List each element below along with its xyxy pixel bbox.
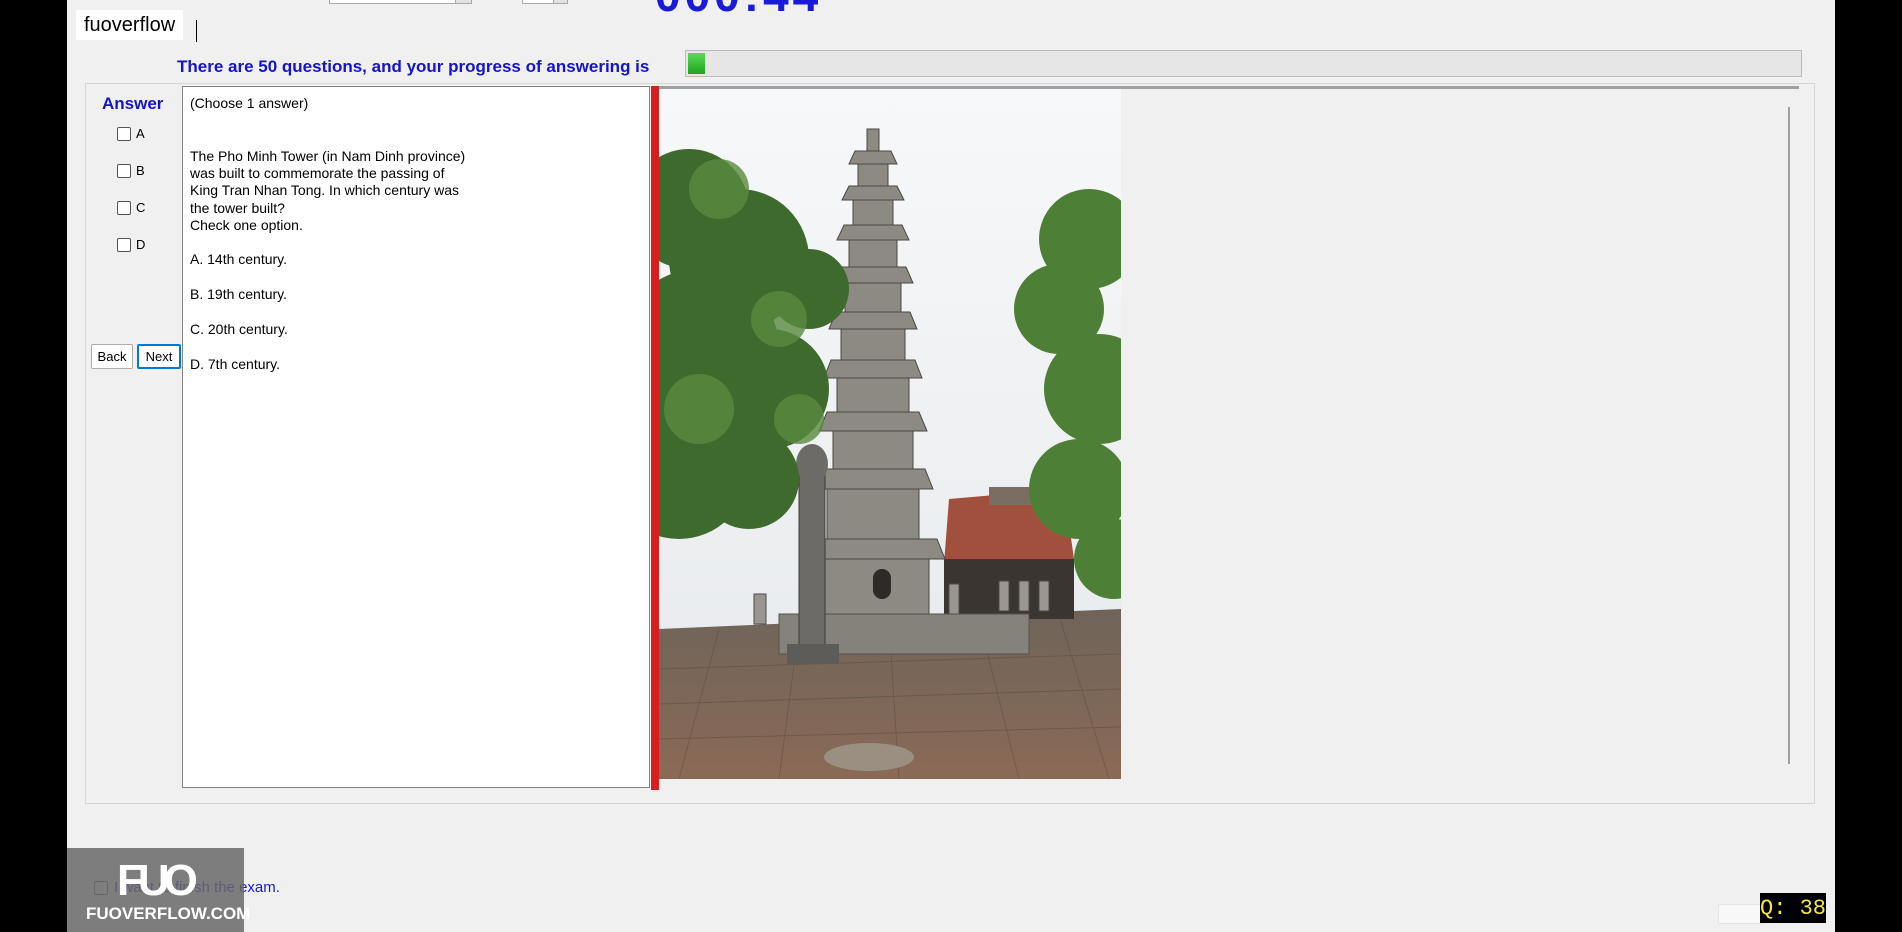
question-photo [659,89,1121,779]
question-line: was built to commemorate the passing of [190,165,445,181]
answer-option-c[interactable]: C [117,200,145,215]
answer-option-label: D [136,237,146,252]
choice-a-text: A. 14th century. [190,251,288,267]
answer-option-label: C [136,200,146,215]
question-line: The Pho Minh Tower (in Nam Dinh province… [190,148,466,164]
question-line: King Tran Nhan Tong. In which century wa… [190,182,460,198]
choice-b-text: B. 19th century. [190,286,288,302]
progress-bar [685,50,1802,77]
question-instruction: (Choose 1 answer) [190,95,309,111]
answer-option-a[interactable]: A [117,126,145,141]
choice-d-text: D. 7th century. [190,356,281,372]
answer-option-label: A [136,126,145,141]
image-area [659,86,1799,788]
progress-bar-fill [688,53,705,74]
exam-window: 000:44 fuoverflow There are 50 questions… [67,0,1835,932]
top-small-dropdown[interactable] [522,0,568,4]
progress-label: There are 50 questions, and your progres… [177,57,650,76]
answer-option-d[interactable]: D [117,237,145,252]
panel-divider[interactable] [651,86,659,790]
dropdown-arrow-icon[interactable] [455,0,471,3]
answer-checkbox-d[interactable] [117,237,131,252]
answer-checkbox-b[interactable] [117,163,131,178]
text-caret [196,20,197,42]
question-line: Check one option. [190,217,303,233]
top-dropdown[interactable] [329,0,472,4]
question-line: the tower built? [190,200,285,216]
answer-option-b[interactable]: B [117,163,145,178]
answer-checkbox-a[interactable] [117,126,131,141]
next-button[interactable]: Next [137,344,181,369]
answer-option-label: B [136,163,145,178]
watermark-logo: FUO FUOVERFLOW.COM [67,848,250,932]
dropdown-arrow-icon[interactable] [553,0,567,3]
exam-timer: 000:44 [655,0,822,18]
counter-pad [1718,904,1764,924]
pagoda-photo [659,89,1121,779]
back-button[interactable]: Back [91,344,133,369]
answer-title: Answer [102,94,164,113]
logo-text: FUOVERFLOW.COM [86,904,251,923]
answer-checkbox-c[interactable] [117,200,131,215]
logo-mark: FUO [117,856,198,905]
brand-tag: fuoverflow [76,10,184,40]
question-panel: (Choose 1 answer) The Pho Minh Tower (in… [182,86,650,788]
vertical-scrollbar[interactable] [1788,107,1790,764]
question-counter: Q: 38 [1760,893,1826,923]
choice-c-text: C. 20th century. [190,321,288,337]
